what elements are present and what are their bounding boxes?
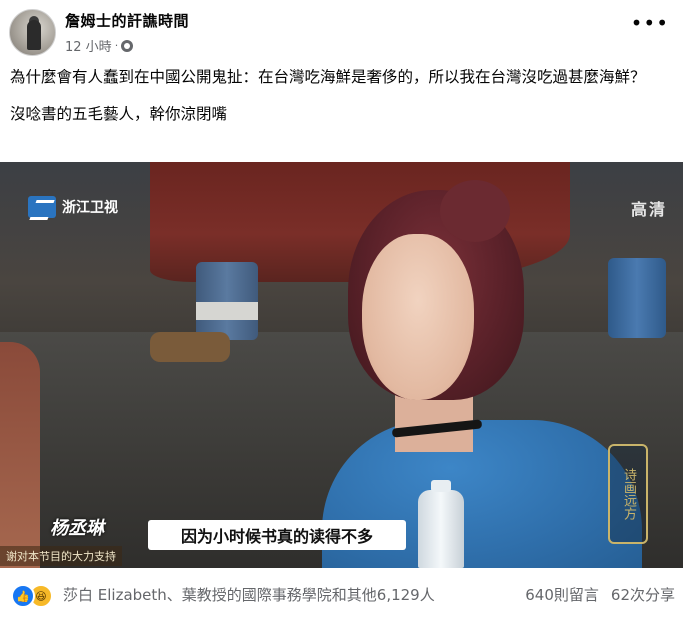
video-frame[interactable]: 浙江卫视 高清 诗画远方 杨丞琳 因为小时候书真的读得不多 谢对本节目的大力支持 [0, 162, 683, 568]
more-options-icon[interactable]: ••• [631, 13, 669, 33]
speaker-namebar: 杨丞琳 [50, 512, 104, 542]
globe-icon[interactable] [121, 39, 134, 52]
like-icon: 👍 [11, 584, 35, 608]
post-paragraph: 為什麼會有人蠢到在中國公開鬼扯：在台灣吃海鮮是奢侈的，所以我在台灣沒吃過甚麼海鮮… [10, 68, 646, 86]
station-logo: 浙江卫视 [28, 196, 118, 218]
avatar[interactable] [9, 9, 56, 56]
reaction-icons[interactable]: 👍 😆 [11, 584, 55, 608]
meta-separator: · [114, 39, 119, 52]
ticker-text: 谢对本节目的大力支持 [0, 546, 122, 566]
post-timestamp[interactable]: 12 小時 [65, 36, 112, 55]
post-meta: 12 小時 · [65, 36, 134, 55]
barrel [608, 258, 666, 338]
station-logo-icon [28, 196, 56, 218]
hair-bun [440, 180, 510, 242]
subtitle: 因为小时候书真的读得不多 [148, 520, 406, 550]
post-paragraph: 沒唸書的五毛藝人，幹你涼閉嘴 [10, 105, 228, 123]
wood-pile [150, 332, 230, 362]
shares-count[interactable]: 62次分享 [611, 584, 675, 605]
station-name: 浙江卫视 [62, 200, 118, 216]
water-bottle [418, 480, 464, 568]
avatar-figure-body [27, 20, 41, 50]
reactors-summary[interactable]: 莎白 Elizabeth、葉教授的國際事務學院和其他6,129人 [63, 584, 435, 605]
hd-badge: 高清 [630, 200, 667, 219]
facebook-post: 詹姆士的訐譙時間 12 小時 · ••• 為什麼會有人蠢到在中國公開鬼扯：在台灣… [0, 0, 683, 625]
post-text: 為什麼會有人蠢到在中國公開鬼扯：在台灣吃海鮮是奢侈的，所以我在台灣沒吃過甚麼海鮮… [10, 66, 670, 140]
page-name[interactable]: 詹姆士的訐譙時間 [65, 10, 189, 31]
barrel [196, 262, 258, 340]
face [362, 234, 474, 400]
show-logo: 诗画远方 [608, 444, 648, 544]
speaker-name: 杨丞琳 [50, 518, 104, 539]
side-person [0, 342, 40, 568]
comments-count[interactable]: 640則留言 [525, 584, 599, 605]
post-footer: 👍 😆 莎白 Elizabeth、葉教授的國際事務學院和其他6,129人 640… [0, 568, 683, 625]
engagement-counts: 640則留言 62次分享 [525, 584, 675, 605]
